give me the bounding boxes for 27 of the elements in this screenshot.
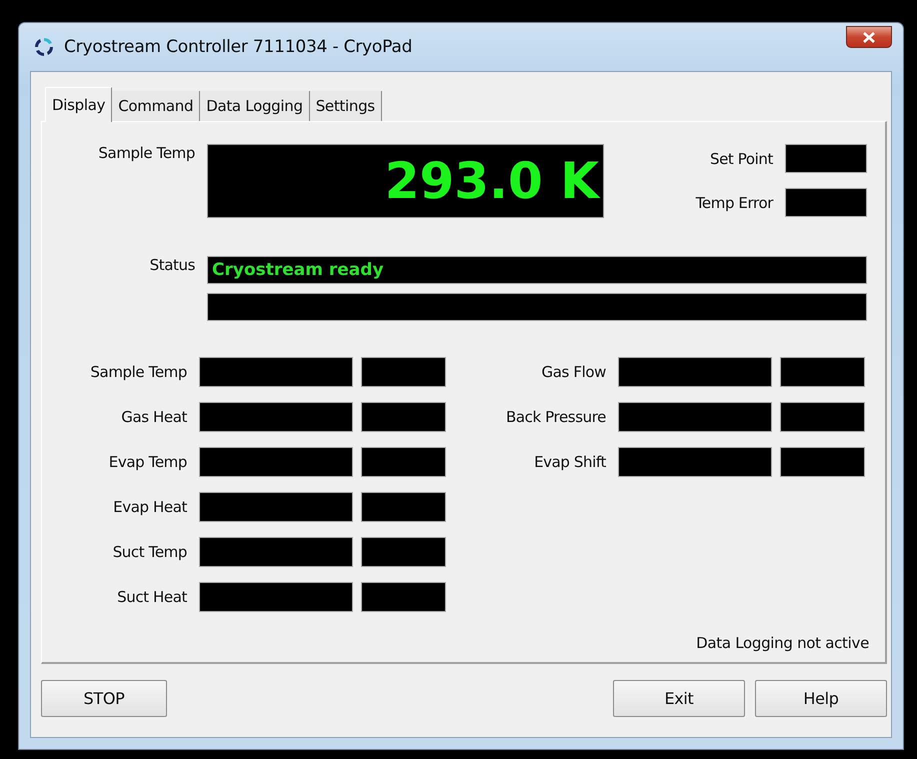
field-label: Suct Heat bbox=[116, 588, 188, 606]
field-label: Sample Temp bbox=[89, 363, 188, 381]
field-label: Evap Temp bbox=[108, 453, 188, 471]
field-label: Gas Heat bbox=[120, 408, 188, 426]
field-label: Back Pressure bbox=[504, 408, 607, 426]
app-logo-icon bbox=[32, 35, 56, 59]
stop-button[interactable]: STOP bbox=[41, 680, 167, 717]
temperature-display: 293.0 K bbox=[207, 144, 604, 218]
close-icon bbox=[863, 32, 875, 42]
close-button[interactable] bbox=[846, 26, 892, 48]
field-label: Suct Temp bbox=[112, 543, 188, 561]
field-label: Temp Error bbox=[694, 194, 774, 212]
field-label: Evap Shift bbox=[533, 453, 607, 471]
tab[interactable]: Command bbox=[112, 91, 200, 121]
field-label: Evap Heat bbox=[112, 498, 188, 516]
field-label: Set Point bbox=[708, 150, 774, 168]
tab[interactable]: Settings bbox=[310, 91, 382, 121]
logging-status: Data Logging not active bbox=[696, 634, 869, 652]
field-label: Status bbox=[148, 256, 196, 276]
window-title: Cryostream Controller 7111034 - CryoPad bbox=[64, 37, 414, 57]
field-label: Sample Temp bbox=[97, 144, 196, 164]
tab[interactable]: Data Logging bbox=[200, 91, 310, 121]
dialog-button[interactable]: Help bbox=[755, 680, 887, 717]
dialog-button[interactable]: Exit bbox=[613, 680, 745, 717]
status-display: Cryostream ready bbox=[207, 256, 867, 284]
field-label: Gas Flow bbox=[540, 363, 607, 381]
tab[interactable]: Display bbox=[45, 87, 112, 122]
